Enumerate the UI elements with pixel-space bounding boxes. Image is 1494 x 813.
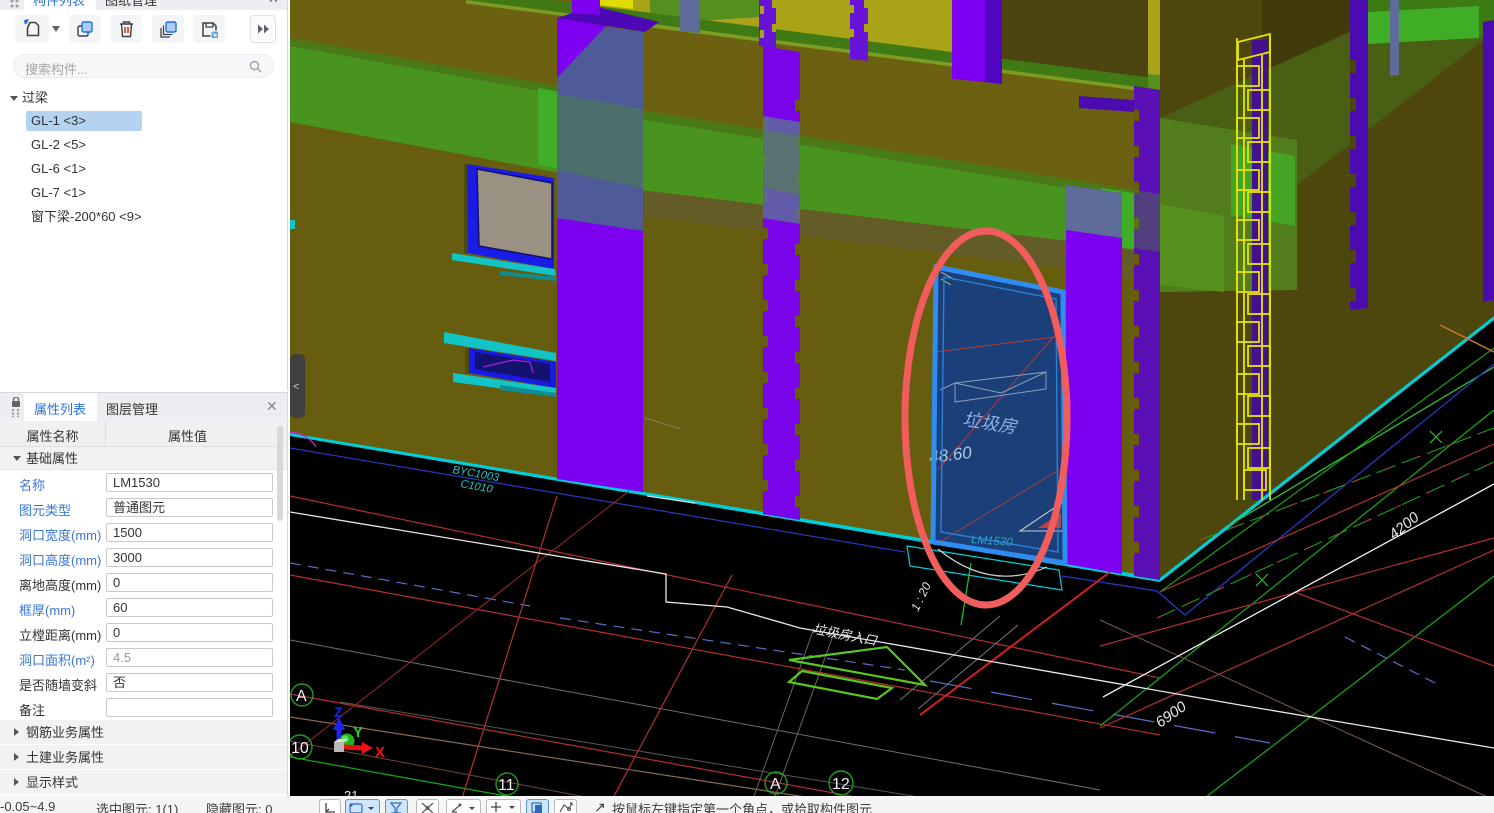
svg-text:11: 11 [498,777,515,794]
svg-text:垃圾房入口: 垃圾房入口 [811,621,879,648]
svg-text:X: X [375,744,385,761]
svg-text:6900: 6900 [1153,698,1191,731]
svg-text:12: 12 [832,776,850,793]
svg-text:Z: Z [334,704,343,720]
svg-text:4200: 4200 [1386,508,1423,543]
svg-text:A: A [296,688,307,705]
svg-text:A: A [770,776,781,793]
svg-text:1 : 20: 1 : 20 [908,580,934,613]
svg-text:21: 21 [344,788,358,796]
svg-text:<: < [293,381,299,393]
svg-text:10: 10 [291,740,309,757]
svg-text:Y: Y [353,724,363,741]
